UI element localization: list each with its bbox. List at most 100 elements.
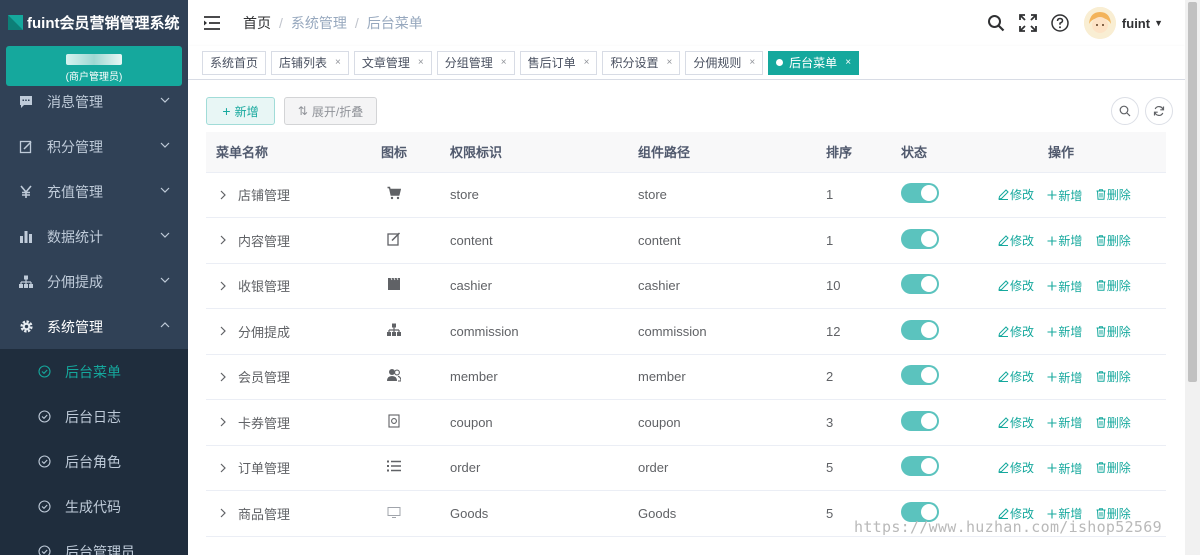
- tag-home[interactable]: 系统首页: [202, 50, 267, 75]
- breadcrumb-home[interactable]: 首页: [243, 13, 271, 33]
- chevron-right-icon[interactable]: [218, 190, 228, 200]
- add-button[interactable]: + 新增: [206, 97, 275, 125]
- tag-refund-order[interactable]: 售后订单 ×: [519, 50, 598, 75]
- edit-button[interactable]: 修改: [998, 186, 1034, 203]
- avatar[interactable]: [1083, 7, 1116, 39]
- delete-label: 删除: [1106, 461, 1131, 475]
- sidebar-item-message[interactable]: 消息管理: [0, 79, 188, 124]
- path-cell: commission: [638, 308, 826, 355]
- add-child-button[interactable]: 新增: [1047, 278, 1082, 295]
- edit-button[interactable]: 修改: [998, 323, 1034, 340]
- scrollbar-thumb[interactable]: [1188, 2, 1197, 382]
- chevron-right-icon[interactable]: [218, 463, 228, 473]
- vertical-scrollbar[interactable]: [1185, 0, 1200, 555]
- help-icon[interactable]: [1050, 13, 1070, 33]
- caret-down-icon[interactable]: ▼: [1154, 18, 1163, 28]
- edit-button[interactable]: 修改: [998, 232, 1034, 249]
- sidebar-item-recharge[interactable]: 充值管理: [0, 169, 188, 214]
- ops-cell: 修改 新增 删除: [998, 263, 1166, 309]
- search-toggle-button[interactable]: [1111, 97, 1139, 125]
- tag-label: 分佣规则: [693, 55, 742, 70]
- add-child-button[interactable]: 新增: [1047, 369, 1082, 386]
- yen-icon: [18, 184, 34, 200]
- chevron-right-icon[interactable]: [218, 372, 228, 382]
- chevron-right-icon[interactable]: [218, 326, 228, 336]
- status-switch[interactable]: [901, 183, 939, 204]
- tag-store-list[interactable]: 店铺列表 ×: [271, 50, 349, 75]
- delete-button[interactable]: 删除: [1096, 459, 1131, 476]
- edit-button[interactable]: 修改: [998, 414, 1034, 431]
- sidebar-item-stats[interactable]: 数据统计: [0, 214, 188, 259]
- add-child-button[interactable]: 新增: [1047, 187, 1082, 204]
- path-cell: store: [638, 172, 826, 218]
- delete-button[interactable]: 删除: [1096, 323, 1131, 340]
- add-child-button[interactable]: 新增: [1047, 323, 1082, 340]
- sidebar-subitem-admin[interactable]: 后台管理员: [0, 529, 188, 555]
- edit-button[interactable]: 修改: [998, 277, 1034, 294]
- sidebar-subitem-log[interactable]: 后台日志: [0, 394, 188, 439]
- tag-backend-menu[interactable]: 后台菜单 ×: [768, 50, 860, 75]
- status-switch[interactable]: [901, 456, 939, 477]
- hamburger-icon[interactable]: [203, 14, 221, 32]
- expand-collapse-button[interactable]: ⇅ 展开/折叠: [284, 97, 377, 125]
- close-icon[interactable]: ×: [418, 52, 424, 74]
- close-icon[interactable]: ×: [666, 52, 672, 74]
- sidebar-subitem-codegen[interactable]: 生成代码: [0, 484, 188, 529]
- delete-button[interactable]: 删除: [1096, 186, 1131, 203]
- status-switch[interactable]: [901, 228, 939, 249]
- chevron-right-icon[interactable]: [218, 281, 228, 291]
- ops-cell: 修改 新增 删除: [998, 354, 1166, 400]
- edit-icon: [998, 234, 1009, 246]
- sidebar-subitem-role[interactable]: 后台角色: [0, 439, 188, 484]
- close-icon[interactable]: ×: [584, 52, 590, 74]
- clapperboard-icon: [388, 278, 400, 291]
- add-label: 新增: [1058, 325, 1083, 339]
- fullscreen-icon[interactable]: [1018, 13, 1038, 33]
- chevron-right-icon[interactable]: [218, 508, 228, 518]
- tag-article[interactable]: 文章管理 ×: [353, 50, 432, 75]
- sidebar-item-points[interactable]: 积分管理: [0, 124, 188, 169]
- status-switch[interactable]: [901, 410, 939, 431]
- add-child-button[interactable]: 新增: [1047, 460, 1082, 477]
- hierarchy-icon: [18, 274, 34, 290]
- trash-icon: [1096, 462, 1106, 473]
- status-switch[interactable]: [901, 365, 939, 386]
- status-switch[interactable]: [901, 274, 939, 295]
- close-icon[interactable]: ×: [749, 52, 755, 74]
- icon-cell: [381, 308, 450, 355]
- tag-group[interactable]: 分组管理 ×: [436, 50, 515, 75]
- search-icon[interactable]: [986, 13, 1006, 33]
- add-child-button[interactable]: 新增: [1047, 232, 1082, 249]
- delete-button[interactable]: 删除: [1096, 277, 1131, 294]
- add-label: 新增: [1058, 279, 1083, 294]
- sidebar-subitem-menu[interactable]: 后台菜单: [0, 349, 188, 394]
- users-icon: [387, 369, 402, 382]
- cart-icon: [387, 187, 402, 200]
- tag-points-setting[interactable]: 积分设置 ×: [602, 50, 681, 75]
- close-icon[interactable]: ×: [845, 52, 851, 74]
- plus-icon: [1047, 372, 1057, 382]
- sidebar-item-system[interactable]: 系统管理: [0, 304, 188, 349]
- chevron-right-icon[interactable]: [218, 235, 228, 245]
- delete-button[interactable]: 删除: [1096, 368, 1131, 385]
- sidebar-item-commission[interactable]: 分佣提成: [0, 259, 188, 304]
- trash-icon: [1096, 234, 1106, 246]
- delete-button[interactable]: 删除: [1096, 232, 1131, 249]
- status-switch[interactable]: [901, 319, 939, 340]
- close-icon[interactable]: ×: [335, 52, 341, 74]
- edit-button[interactable]: 修改: [998, 459, 1034, 476]
- delete-label: 删除: [1106, 415, 1131, 430]
- edit-button[interactable]: 修改: [998, 368, 1034, 385]
- username[interactable]: fuint: [1122, 16, 1150, 31]
- chevron-right-icon[interactable]: [218, 417, 228, 427]
- sidebar-subitem-label: 生成代码: [65, 498, 121, 515]
- refresh-button[interactable]: [1145, 97, 1173, 125]
- sidebar-item-label: 积分管理: [47, 138, 103, 155]
- add-child-button[interactable]: 新增: [1047, 414, 1082, 431]
- col-header-status: 状态: [901, 132, 998, 173]
- delete-label: 删除: [1106, 188, 1131, 202]
- tag-commission-rule[interactable]: 分佣规则 ×: [685, 50, 764, 75]
- delete-button[interactable]: 删除: [1096, 414, 1131, 431]
- close-icon[interactable]: ×: [501, 52, 507, 74]
- add-label: 新增: [1058, 370, 1083, 385]
